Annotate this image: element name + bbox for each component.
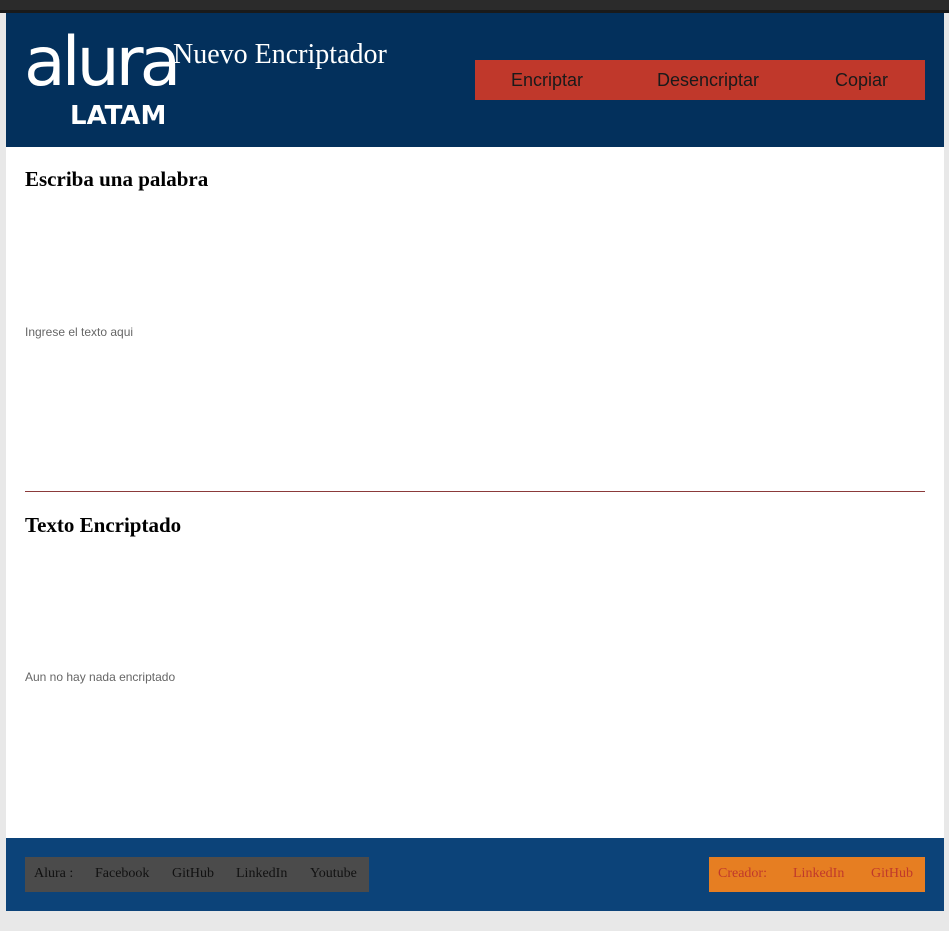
copy-button[interactable]: Copiar [835, 70, 888, 90]
input-placeholder: Ingrese el texto aqui [25, 325, 134, 339]
output-message: Aun no hay nada encriptado [25, 670, 176, 684]
window-margin-right [944, 13, 949, 911]
encrypt-button[interactable]: Encriptar [511, 70, 583, 90]
output-section-title: Texto Encriptado [25, 513, 182, 537]
page-title: Nuevo Encriptador [173, 39, 387, 70]
logo-latam-text: LATAM [70, 101, 167, 131]
footer-creator-github[interactable]: GitHub [871, 866, 913, 882]
footer-alura-label: Alura : [34, 866, 74, 881]
header: alura LATAM Nuevo Encriptador Encriptar … [6, 13, 944, 147]
footer-creator-links: Creador: LinkedIn GitHub [709, 857, 925, 892]
window-margin-bottom [0, 911, 949, 931]
action-bar: Encriptar Desencriptar Copiar [475, 60, 925, 100]
footer-link-facebook[interactable]: Facebook [95, 866, 149, 882]
input-textarea[interactable] [25, 203, 929, 485]
page: alura LATAM Nuevo Encriptador Encriptar … [6, 13, 944, 911]
browser-chrome-bar [0, 0, 949, 13]
input-section-title: Escriba una palabra [25, 167, 209, 191]
footer-creator-label: Creador: [718, 866, 767, 881]
section-divider [25, 491, 925, 492]
alura-latam-logo[interactable]: alura LATAM [24, 25, 181, 132]
footer-link-linkedin[interactable]: LinkedIn [236, 866, 287, 882]
footer-alura-links: Alura : Facebook GitHub LinkedIn Youtube [25, 857, 369, 892]
logo-alura-text: alura [24, 23, 181, 102]
decrypt-button[interactable]: Desencriptar [657, 70, 759, 90]
footer-link-youtube[interactable]: Youtube [310, 866, 357, 882]
footer-creator-linkedin[interactable]: LinkedIn [793, 866, 844, 882]
footer: Alura : Facebook GitHub LinkedIn Youtube… [6, 838, 944, 911]
footer-link-github[interactable]: GitHub [172, 866, 214, 882]
